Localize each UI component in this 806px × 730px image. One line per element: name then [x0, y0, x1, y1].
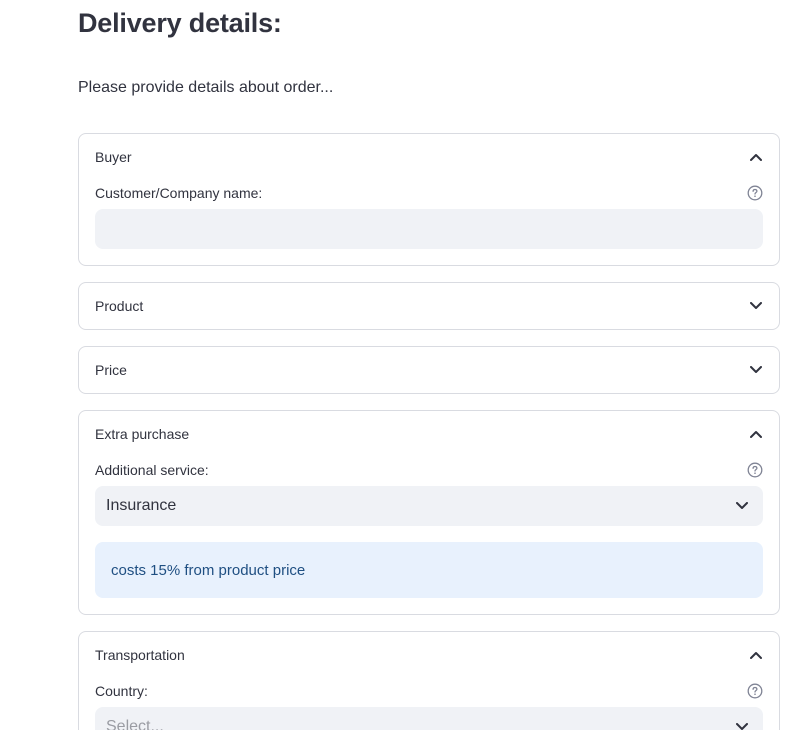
expander-product-header[interactable]: Product	[95, 283, 763, 329]
expander-buyer-title: Buyer	[95, 149, 132, 165]
expander-product: Product	[78, 282, 780, 330]
question-circle-icon[interactable]	[747, 683, 763, 699]
chevron-up-icon	[749, 648, 763, 662]
expander-price-title: Price	[95, 362, 127, 378]
chevron-down-icon	[735, 499, 749, 513]
delivery-form-page: Delivery details: Please provide details…	[0, 0, 806, 730]
expander-transportation-header[interactable]: Transportation	[95, 632, 763, 678]
country-label: Country:	[95, 683, 148, 699]
additional-service-label: Additional service:	[95, 462, 209, 478]
question-circle-icon[interactable]	[747, 185, 763, 201]
chevron-up-icon	[749, 150, 763, 164]
expander-price-header[interactable]: Price	[95, 347, 763, 393]
expander-product-title: Product	[95, 298, 144, 314]
info-alert: costs 15% from product price	[95, 542, 763, 598]
info-alert-text: costs 15% from product price	[111, 561, 306, 579]
expander-buyer: Buyer Customer/Company name:	[78, 133, 780, 266]
page-title: Delivery details:	[78, 8, 282, 38]
chevron-up-icon	[749, 427, 763, 441]
chevron-down-icon	[735, 720, 749, 730]
page-intro: Please provide details about order...	[78, 79, 334, 96]
chevron-down-icon	[749, 299, 763, 313]
expander-buyer-header[interactable]: Buyer	[95, 134, 763, 180]
expander-transportation-title: Transportation	[95, 647, 185, 663]
customer-name-label: Customer/Company name:	[95, 185, 263, 201]
expander-extra-purchase: Extra purchase Additional service: Insur…	[78, 410, 780, 615]
additional-service-value: Insurance	[106, 497, 177, 514]
expander-price: Price	[78, 346, 780, 394]
additional-service-select[interactable]: Insurance	[95, 486, 763, 526]
expander-transportation: Transportation Country: Select...	[78, 631, 780, 730]
country-select[interactable]: Select...	[95, 707, 763, 730]
expander-extra-purchase-title: Extra purchase	[95, 426, 190, 442]
chevron-down-icon	[749, 363, 763, 377]
question-circle-icon[interactable]	[747, 462, 763, 478]
country-select-placeholder: Select...	[106, 718, 164, 730]
customer-name-input[interactable]	[95, 209, 763, 249]
expander-extra-purchase-header[interactable]: Extra purchase	[95, 411, 763, 457]
